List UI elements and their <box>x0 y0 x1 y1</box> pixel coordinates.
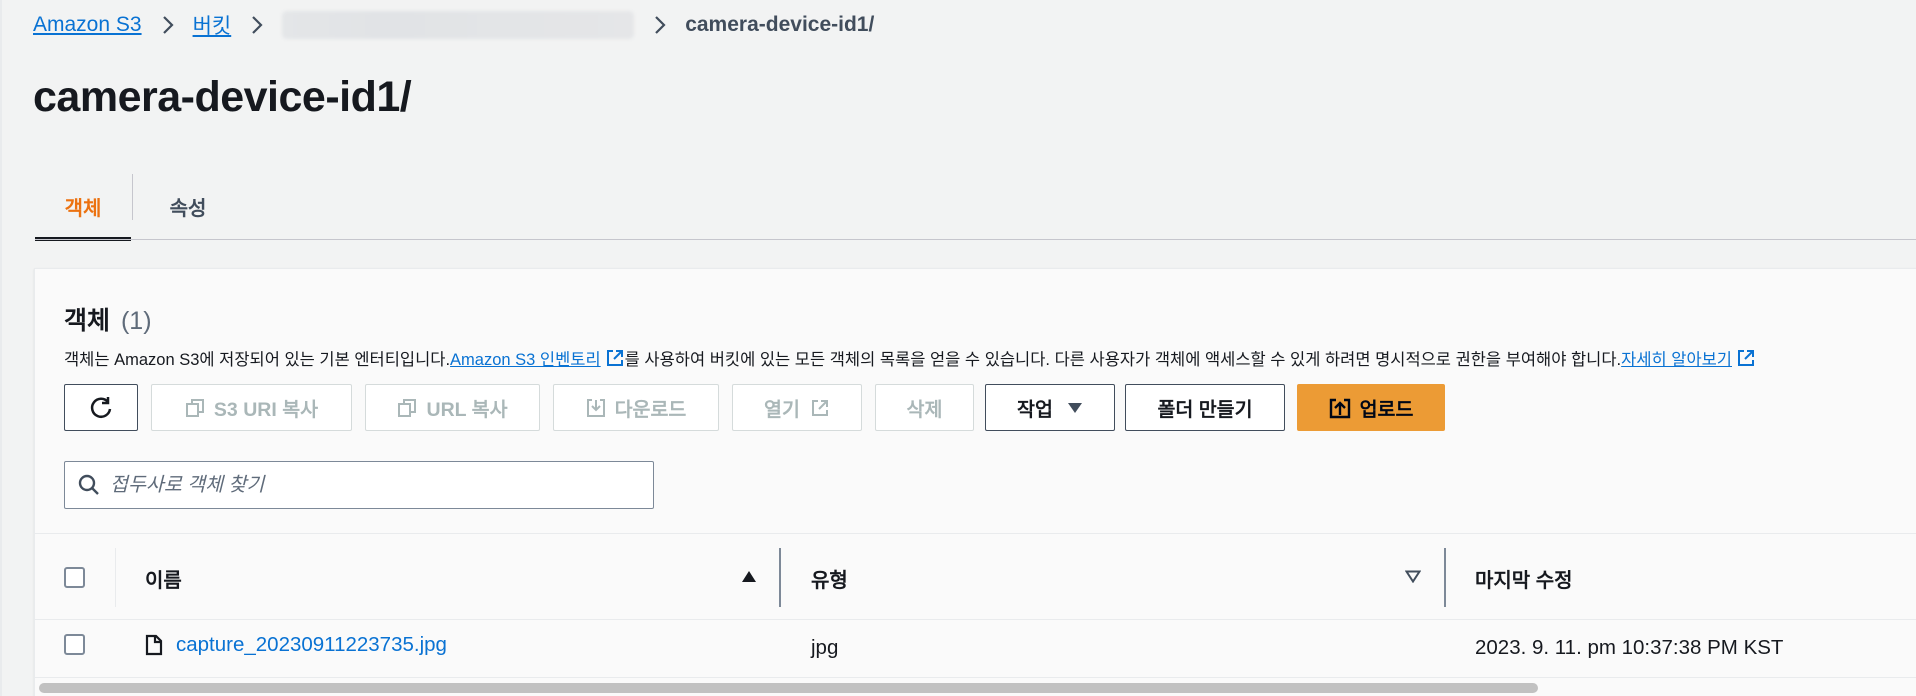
object-name-link[interactable]: capture_20230911223735.jpg <box>176 633 447 657</box>
upload-button[interactable]: 업로드 <box>1297 384 1445 431</box>
inventory-link-label: Amazon S3 인벤토리 <box>450 351 601 369</box>
breadcrumb-current: camera-device-id1/ <box>685 13 875 36</box>
object-type-cell: jpg <box>811 636 839 659</box>
delete-button[interactable]: 삭제 <box>875 384 974 431</box>
learn-more-label: 자세히 알아보기 <box>1621 351 1732 369</box>
create-folder-button[interactable]: 폴더 만들기 <box>1125 384 1285 431</box>
learn-more-link[interactable]: 자세히 알아보기 <box>1621 346 1756 370</box>
column-header-type[interactable]: 유형 <box>811 564 848 593</box>
chevron-right-icon <box>654 16 666 34</box>
download-button[interactable]: 다운로드 <box>553 384 719 431</box>
panel-title: 객체 (1) <box>64 301 152 337</box>
open-label: 열기 <box>764 399 800 421</box>
copy-url-label: URL 복사 <box>426 399 508 421</box>
refresh-icon <box>90 396 112 418</box>
inventory-link[interactable]: Amazon S3 인벤토리 <box>450 346 625 370</box>
objects-panel: 객체 (1) 객체는 Amazon S3에 저장되어 있는 기본 엔터티입니다.… <box>34 268 1916 696</box>
chevron-right-icon <box>162 16 174 34</box>
panel-title-text: 객체 <box>64 307 111 335</box>
horizontal-scrollbar-thumb[interactable] <box>39 683 1538 693</box>
description-text-1: 객체는 Amazon S3에 저장되어 있는 기본 엔터티입니다. <box>64 351 451 369</box>
breadcrumb-amazon-s3-link[interactable]: Amazon S3 <box>33 13 142 37</box>
actions-dropdown-button[interactable]: 작업 <box>985 384 1115 431</box>
object-name-cell: capture_20230911223735.jpg <box>145 633 447 657</box>
table-header: 이름 유형 마지막 수정 <box>35 533 1916 620</box>
column-resizer[interactable] <box>1444 548 1446 607</box>
caret-down-icon <box>1067 402 1082 413</box>
file-icon <box>145 634 163 656</box>
open-button[interactable]: 열기 <box>732 384 862 431</box>
download-label: 다운로드 <box>614 399 687 421</box>
copy-s3-uri-button[interactable]: S3 URI 복사 <box>151 384 352 431</box>
prefix-search-field <box>64 461 654 509</box>
select-all-checkbox[interactable] <box>64 567 85 588</box>
chevron-right-icon <box>251 16 263 34</box>
column-divider <box>115 548 116 607</box>
download-icon <box>586 398 605 417</box>
column-header-name[interactable]: 이름 <box>145 564 182 593</box>
column-header-last-modified[interactable]: 마지막 수정 <box>1475 564 1573 593</box>
upload-label: 업로드 <box>1359 399 1414 421</box>
column-resizer[interactable] <box>779 548 781 607</box>
delete-label: 삭제 <box>906 399 943 421</box>
search-icon <box>78 474 99 495</box>
external-link-icon <box>811 399 828 416</box>
left-edge-divider <box>0 0 2 696</box>
sort-descending-icon[interactable] <box>1405 570 1421 583</box>
external-link-icon <box>1738 350 1754 366</box>
object-count: (1) <box>120 307 152 335</box>
tab-underline <box>35 239 1916 240</box>
copy-icon <box>398 398 417 417</box>
tab-bar: 객체 속성 <box>35 172 1916 241</box>
row-checkbox[interactable] <box>64 634 85 655</box>
page-title: camera-device-id1/ <box>33 73 412 121</box>
refresh-button[interactable] <box>64 384 138 431</box>
object-last-modified-cell: 2023. 9. 11. pm 10:37:38 PM KST <box>1475 636 1784 659</box>
breadcrumb-redacted-bucket[interactable] <box>282 11 635 39</box>
breadcrumb-buckets-link[interactable]: 버킷 <box>193 10 232 40</box>
table-row: capture_20230911223735.jpg jpg 2023. 9. … <box>35 620 1916 678</box>
upload-icon <box>1329 398 1350 418</box>
external-link-icon <box>606 350 623 366</box>
panel-description: 객체는 Amazon S3에 저장되어 있는 기본 엔터티입니다. Amazon… <box>64 346 1756 370</box>
search-input[interactable] <box>110 473 630 497</box>
actions-label: 작업 <box>1017 399 1053 421</box>
description-text-2: 를 사용하여 버킷에 있는 모든 객체의 목록을 얻을 수 있습니다. 다른 사… <box>624 351 1622 369</box>
copy-icon <box>185 398 204 417</box>
copy-s3-uri-label: S3 URI 복사 <box>213 399 319 421</box>
create-folder-label: 폴더 만들기 <box>1157 399 1253 421</box>
breadcrumb: Amazon S3 버킷 camera-device-id1/ <box>33 10 874 40</box>
tab-properties[interactable]: 속성 <box>133 172 243 240</box>
sort-ascending-icon[interactable] <box>741 570 757 583</box>
horizontal-scrollbar <box>35 681 1916 695</box>
tab-objects[interactable]: 객체 <box>35 172 131 241</box>
copy-url-button[interactable]: URL 복사 <box>365 384 540 431</box>
